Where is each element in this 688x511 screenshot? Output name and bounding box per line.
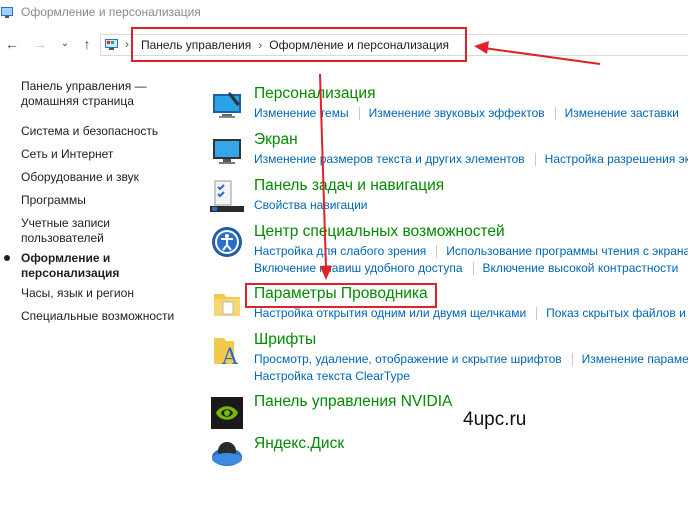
forward-arrow-icon[interactable]: → [32, 36, 48, 52]
window-title: Оформление и персонализация [21, 5, 201, 19]
sidebar-item-clock-region[interactable]: Часы, язык и регион [21, 286, 134, 301]
link-divider [436, 245, 438, 259]
link-change-screensaver[interactable]: Изменение заставки [565, 106, 679, 120]
annotation-box-breadcrumb [131, 27, 467, 62]
link-divider [536, 307, 538, 321]
link-sticky-keys[interactable]: Включение клавиш удобного доступа [254, 261, 463, 275]
category-links: Просмотр, удаление, отображение и скрыти… [254, 352, 688, 367]
link-low-vision[interactable]: Настройка для слабого зрения [254, 244, 426, 258]
sidebar-item-home[interactable]: Панель управления — домашняя страница [21, 79, 147, 109]
sidebar-item-hardware-sound[interactable]: Оборудование и звук [21, 170, 139, 185]
category-links: Изменение темы Изменение звуковых эффекто… [254, 106, 679, 121]
link-navigation-properties[interactable]: Свойства навигации [254, 198, 367, 212]
link-change-sounds[interactable]: Изменение звуковых эффектов [369, 106, 545, 120]
folder-options-icon [214, 294, 240, 316]
sidebar-item-label: пользователей [21, 231, 104, 245]
annotation-box-folder-options [245, 283, 437, 308]
category-links: Включение клавиш удобного доступа Включен… [254, 261, 679, 276]
link-divider [571, 353, 573, 367]
active-bullet-icon [4, 255, 10, 261]
link-divider [472, 262, 474, 276]
link-cleartype[interactable]: Настройка текста ClearType [254, 369, 410, 383]
category-links: Настройка текста ClearType [254, 369, 410, 383]
link-text-size[interactable]: Изменение размеров текста и других элеме… [254, 152, 525, 166]
nvidia-icon [211, 397, 243, 429]
link-change-font-settings[interactable]: Изменение параме [582, 352, 688, 366]
sidebar-item-system-security[interactable]: Система и безопасность [21, 124, 158, 139]
link-screen-reader[interactable]: Использование программы чтения с экрана [446, 244, 688, 258]
link-view-fonts[interactable]: Просмотр, удаление, отображение и скрыти… [254, 352, 562, 366]
svg-text:A: A [221, 345, 239, 368]
fonts-icon: A [214, 338, 239, 368]
link-show-hidden-files[interactable]: Показ скрытых файлов и [546, 306, 686, 320]
sidebar-item-programs[interactable]: Программы [21, 193, 86, 208]
link-single-double-click[interactable]: Настройка открытия одним или двумя щелчк… [254, 306, 526, 320]
sidebar-item-label: персонализация [21, 266, 120, 280]
category-title-yandex-disk[interactable]: Яндекс.Диск [254, 435, 344, 453]
category-links: Настройка открытия одним или двумя щелчк… [254, 306, 686, 321]
link-divider [554, 107, 556, 121]
sidebar-item-user-accounts[interactable]: Учетные записи пользователей [21, 216, 110, 246]
category-links: Настройка для слабого зрения Использовани… [254, 244, 688, 259]
category-links: Свойства навигации [254, 198, 367, 212]
category-title-ease-of-access[interactable]: Центр специальных возможностей [254, 223, 505, 241]
recent-locations-chevron-icon[interactable]: ⌄ [57, 36, 73, 52]
category-title-taskbar[interactable]: Панель задач и навигация [254, 177, 444, 195]
link-divider [534, 153, 536, 167]
ease-of-access-icon [212, 227, 242, 257]
watermark-text: 4upc.ru [463, 409, 527, 430]
personalization-icon [213, 92, 241, 118]
link-change-theme[interactable]: Изменение темы [254, 106, 349, 120]
sidebar-item-label: Учетные записи [21, 216, 110, 230]
sidebar-item-label: Панель управления — [21, 79, 147, 93]
category-links: Изменение размеров текста и других элеме… [254, 152, 688, 167]
display-icon [213, 139, 241, 164]
sidebar-item-label: Оформление и [21, 251, 111, 265]
control-panel-icon [1, 7, 13, 18]
up-arrow-icon[interactable]: ↑ [79, 36, 95, 52]
yandex-disk-icon [212, 442, 242, 466]
sidebar-item-appearance[interactable]: Оформление и персонализация [4, 251, 120, 281]
link-divider [358, 107, 360, 121]
control-panel-icon [105, 39, 118, 50]
breadcrumb-separator-icon: › [125, 37, 129, 51]
category-title-fonts[interactable]: Шрифты [254, 331, 316, 349]
category-title-nvidia[interactable]: Панель управления NVIDIA [254, 393, 452, 411]
title-bar: Оформление и персонализация [0, 0, 688, 26]
sidebar-item-network[interactable]: Сеть и Интернет [21, 147, 113, 162]
link-screen-resolution[interactable]: Настройка разрешения эк [545, 152, 688, 166]
link-high-contrast[interactable]: Включение высокой контрастности [483, 261, 679, 275]
category-title-display[interactable]: Экран [254, 131, 298, 149]
sidebar-item-ease-of-access[interactable]: Специальные возможности [21, 309, 174, 324]
sidebar-item-label: домашняя страница [21, 94, 134, 108]
taskbar-icon [210, 180, 244, 212]
category-title-personalization[interactable]: Персонализация [254, 85, 375, 103]
back-arrow-icon[interactable]: ← [4, 36, 20, 52]
